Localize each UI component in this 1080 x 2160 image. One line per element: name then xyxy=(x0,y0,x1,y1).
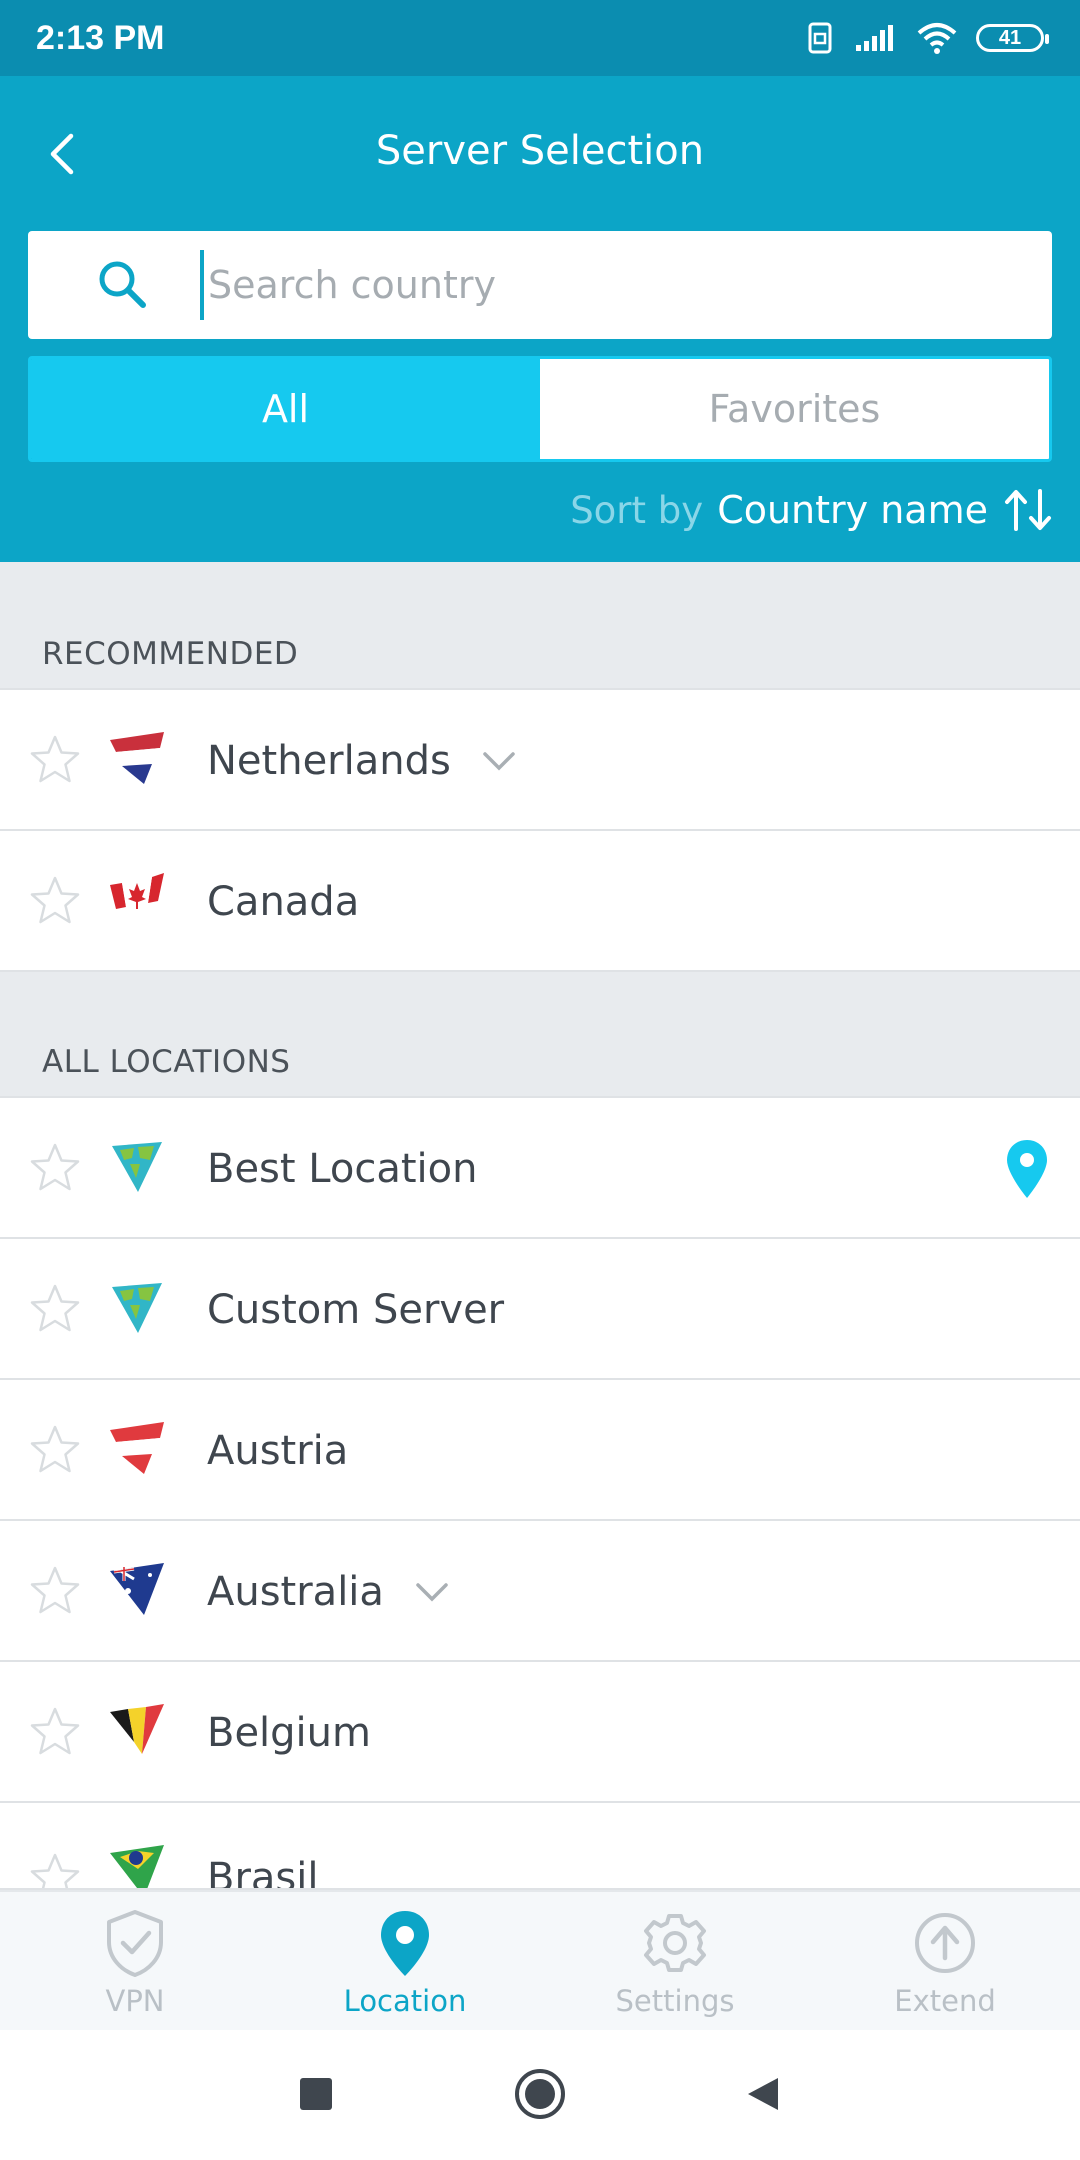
sort-control[interactable]: Sort by Country name xyxy=(570,480,1054,540)
signal-icon xyxy=(856,25,893,51)
nav-label: Extend xyxy=(894,1984,996,2018)
status-icons: 41 xyxy=(806,21,1049,55)
favorite-star-icon[interactable] xyxy=(28,1423,82,1477)
country-name: Canada xyxy=(207,878,360,925)
upload-arrow-icon xyxy=(915,1913,975,1973)
location-name: Best Location xyxy=(207,1145,478,1192)
section-header-recommended: RECOMMENDED xyxy=(0,562,1080,690)
gear-icon xyxy=(644,1914,706,1972)
country-name: Australia xyxy=(207,1568,384,1615)
triangle-back-icon xyxy=(748,2078,778,2110)
canada-flag-icon xyxy=(110,873,164,909)
sort-value: Country name xyxy=(717,488,988,532)
section-title: ALL LOCATIONS xyxy=(42,1044,291,1080)
country-row-austria[interactable]: Austria xyxy=(0,1380,1080,1521)
circle-icon xyxy=(515,2069,565,2119)
search-icon xyxy=(88,250,158,320)
nav-label: VPN xyxy=(105,1984,165,2018)
country-name: Brasil xyxy=(207,1855,319,1890)
sort-arrows-icon xyxy=(1005,489,1051,531)
favorite-star-icon[interactable] xyxy=(28,1141,82,1195)
tab-favorites[interactable]: Favorites xyxy=(540,359,1049,459)
country-row-netherlands[interactable]: Netherlands xyxy=(0,690,1080,831)
netherlands-flag-icon xyxy=(110,732,164,784)
austria-flag-icon xyxy=(110,1422,164,1474)
status-time: 2:13 PM xyxy=(36,18,165,57)
back-nav-button[interactable] xyxy=(732,2064,792,2124)
country-name: Netherlands xyxy=(207,737,451,784)
nav-tab-settings[interactable]: Settings xyxy=(540,1892,810,2030)
location-row-best-location[interactable]: Best Location xyxy=(0,1098,1080,1239)
location-pin-icon xyxy=(1007,1140,1047,1198)
favorite-star-icon[interactable] xyxy=(28,1282,82,1336)
recents-button[interactable] xyxy=(286,2064,346,2124)
belgium-flag-icon xyxy=(110,1704,164,1754)
home-button[interactable] xyxy=(510,2064,570,2124)
filter-segmented-control: All Favorites xyxy=(28,356,1052,462)
nav-label: Location xyxy=(343,1984,467,2018)
country-row-brasil[interactable]: Brasil xyxy=(0,1803,1080,1890)
world-map-icon xyxy=(112,1142,162,1192)
country-name: Austria xyxy=(207,1427,349,1474)
nav-tab-location[interactable]: Location xyxy=(270,1892,540,2030)
battery-indicator: 41 xyxy=(976,24,1049,52)
country-row-belgium[interactable]: Belgium xyxy=(0,1662,1080,1803)
nav-tab-vpn[interactable]: VPN xyxy=(0,1892,270,2030)
country-row-australia[interactable]: Australia xyxy=(0,1521,1080,1662)
chevron-down-icon[interactable] xyxy=(481,749,517,773)
square-icon xyxy=(300,2078,332,2110)
sort-label: Sort by xyxy=(570,488,704,532)
search-bar[interactable] xyxy=(28,231,1052,339)
location-row-custom-server[interactable]: Custom Server xyxy=(0,1239,1080,1380)
page-title: Server Selection xyxy=(375,128,705,174)
bottom-navigation: VPN Location Settings Extend xyxy=(0,1890,1080,2030)
nav-label: Settings xyxy=(615,1984,735,2018)
brazil-flag-icon xyxy=(110,1845,164,1888)
country-row-canada[interactable]: Canada xyxy=(0,831,1080,972)
australia-flag-icon xyxy=(110,1563,164,1615)
wifi-icon xyxy=(917,23,957,54)
country-name: Belgium xyxy=(207,1709,371,1756)
header: Server Selection All Favorites Sort by C… xyxy=(0,76,1080,562)
favorite-star-icon[interactable] xyxy=(28,733,82,787)
location-pin-icon xyxy=(381,1911,429,1976)
screen-rotate-icon xyxy=(808,22,832,54)
section-title: RECOMMENDED xyxy=(42,636,299,672)
location-name: Custom Server xyxy=(207,1286,505,1333)
search-input[interactable] xyxy=(200,250,1000,320)
system-navigation-bar xyxy=(0,2030,1080,2160)
world-map-icon xyxy=(112,1283,162,1333)
favorite-star-icon[interactable] xyxy=(28,1851,82,1890)
shield-check-icon xyxy=(107,1910,163,1977)
favorite-star-icon[interactable] xyxy=(28,1705,82,1759)
tab-all[interactable]: All xyxy=(31,359,540,459)
favorite-star-icon[interactable] xyxy=(28,1564,82,1618)
section-header-all-locations: ALL LOCATIONS xyxy=(0,972,1080,1098)
favorite-star-icon[interactable] xyxy=(28,874,82,928)
status-bar: 2:13 PM 41 xyxy=(0,0,1080,76)
chevron-down-icon[interactable] xyxy=(414,1580,450,1604)
nav-tab-extend[interactable]: Extend xyxy=(810,1892,1080,2030)
